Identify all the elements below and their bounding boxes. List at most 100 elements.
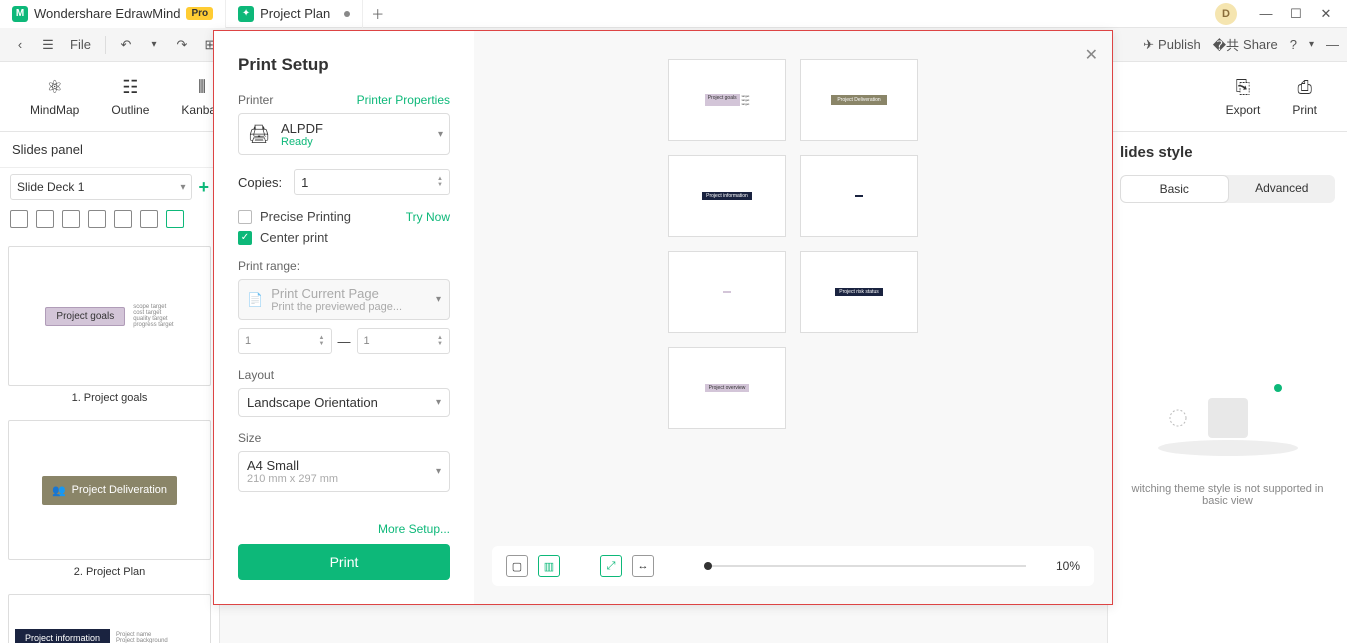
slide-thumb-1[interactable]: Project goals scope target cost target q… [8,246,211,386]
preview-page[interactable] [800,155,918,237]
add-deck-button[interactable]: + [198,177,209,198]
preview-page[interactable]: Project information [668,155,786,237]
tool-6[interactable] [140,210,158,228]
zoom-value: 10% [1056,559,1080,573]
tool-3[interactable] [62,210,80,228]
slides-panel: Slides panel Slide Deck 1▾ + Project goa… [0,132,220,643]
center-label: Center print [260,230,328,245]
slide-tag: Project information [15,629,110,643]
layout-label: Layout [238,368,274,382]
app-icon: M [12,6,28,22]
minimize-button[interactable]: — [1253,3,1279,25]
kanban-icon: ⫴ [198,77,206,99]
chevron-down-icon: ▾ [438,129,443,140]
back-button[interactable]: ‹ [8,33,32,57]
preview-page[interactable]: Project goalstargettargettarget [668,59,786,141]
app-tab[interactable]: M Wondershare EdrawMind Pro [0,0,226,28]
fit-button[interactable]: ⤢ [600,555,622,577]
tab-basic[interactable]: Basic [1120,175,1229,203]
spinner-icon[interactable]: ▲▼ [319,335,325,347]
menu-button[interactable]: ☰ [36,33,60,57]
printer-label: Printer [238,93,273,107]
slide-tools [0,206,219,238]
slide-label-2: 2. Project Plan [8,566,211,578]
preview-page[interactable]: Project risk status [800,251,918,333]
copies-label: Copies: [238,175,282,190]
page-icon: 📄 [247,292,263,308]
export-button[interactable]: ⎘Export [1226,77,1261,117]
redo-button[interactable]: ↷ [170,33,194,57]
copies-input[interactable]: 1▲▼ [294,169,450,195]
more-setup-link[interactable]: More Setup... [238,522,450,544]
undo-button[interactable]: ↶ [114,33,138,57]
chevron-down-icon: ▾ [436,397,441,408]
trynow-link[interactable]: Try Now [406,210,450,224]
width-button[interactable]: ↔ [632,555,654,577]
zoom-slider[interactable] [704,565,1026,567]
close-button[interactable]: ✕ [1313,3,1339,25]
modal-close-button[interactable]: ✕ [1085,45,1098,65]
add-tab-button[interactable]: ＋ [363,4,392,23]
preview-controls: ▢ ▥ ⤢ ↔ 10% [492,546,1094,586]
tool-1[interactable] [10,210,28,228]
printer-properties-link[interactable]: Printer Properties [357,93,450,107]
illustration [1120,353,1335,473]
share-icon: �共 [1213,35,1239,54]
share-button[interactable]: �共Share [1213,35,1278,54]
spinner-icon[interactable]: ▲▼ [437,335,443,347]
tool-5[interactable] [114,210,132,228]
unsaved-dot [344,11,350,17]
preview-page[interactable] [668,251,786,333]
help-button[interactable]: ? [1290,37,1297,52]
modal-title: Print Setup [238,55,450,75]
settings-button[interactable]: — [1326,37,1339,52]
range-from-input[interactable]: 1▲▼ [238,328,332,354]
range-sep: — [338,334,351,349]
layout-single-button[interactable]: ▢ [506,555,528,577]
titlebar: M Wondershare EdrawMind Pro ✦ Project Pl… [0,0,1347,28]
document-tab[interactable]: ✦ Project Plan [226,0,363,28]
slide-tag: 👥 Project Deliveration [42,476,177,505]
badge-pro: Pro [186,7,213,20]
preview-page[interactable]: Project Deliveration [800,59,918,141]
preview-grid: Project goalstargettargettarget Project … [492,49,1094,536]
publish-button[interactable]: ✈Publish [1143,37,1201,53]
layout-grid-button[interactable]: ▥ [538,555,560,577]
publish-icon: ✈ [1143,37,1154,53]
undo-dropdown[interactable]: ▾ [142,33,166,57]
layout-select[interactable]: Landscape Orientation▾ [238,388,450,417]
file-button[interactable]: File [64,33,97,57]
center-checkbox[interactable]: ✓ [238,231,252,245]
range-to-input[interactable]: 1▲▼ [357,328,451,354]
style-tabs: Basic Advanced [1120,175,1335,203]
mindmap-icon: ⚛ [47,77,63,99]
outline-button[interactable]: ☷Outline [111,77,149,117]
slides-list[interactable]: Project goals scope target cost target q… [0,238,219,643]
tool-7[interactable] [166,210,184,228]
precise-checkbox[interactable] [238,210,252,224]
printer-select[interactable]: 🖨 ALPDFReady ▾ [238,113,450,155]
slider-handle[interactable] [704,562,712,570]
tool-4[interactable] [88,210,106,228]
slide-label-1: 1. Project goals [8,392,211,404]
chevron-down-icon: ▾ [436,466,441,477]
range-select[interactable]: 📄 Print Current Page Print the previewed… [238,279,450,320]
slide-items: Project name Project background [116,632,168,643]
export-icon: ⎘ [1236,77,1250,99]
preview-page[interactable]: Project overview [668,347,786,429]
print-submit-button[interactable]: Print [238,544,450,580]
size-select[interactable]: A4 Small210 mm x 297 mm ▾ [238,451,450,492]
outline-icon: ☷ [122,77,138,99]
mindmap-button[interactable]: ⚛MindMap [30,77,79,117]
tab-advanced[interactable]: Advanced [1229,175,1336,203]
avatar[interactable]: D [1215,3,1237,25]
doc-tab-label: Project Plan [260,6,330,21]
tool-2[interactable] [36,210,54,228]
help-dropdown[interactable]: ▾ [1309,39,1314,50]
spinner-icon[interactable]: ▲▼ [437,176,443,188]
slide-thumb-3[interactable]: Project information Project name Project… [8,594,211,643]
maximize-button[interactable]: ☐ [1283,3,1309,25]
print-button[interactable]: ⎙Print [1292,77,1317,117]
deck-select[interactable]: Slide Deck 1▾ [10,174,192,200]
slide-thumb-2[interactable]: 👥 Project Deliveration [8,420,211,560]
